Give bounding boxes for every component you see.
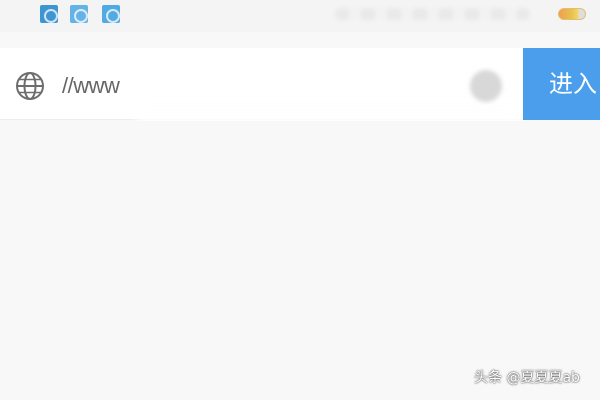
browser-screen: //www 进入 头条 @夏夏夏ab bbox=[0, 0, 600, 400]
status-bar bbox=[0, 0, 600, 32]
app-notification-icon bbox=[40, 5, 58, 23]
app-notification-icon bbox=[102, 5, 120, 23]
enter-button[interactable]: 进入 bbox=[523, 48, 600, 120]
app-notification-icon bbox=[70, 5, 88, 23]
address-bar: //www bbox=[0, 48, 600, 120]
clear-icon[interactable] bbox=[470, 70, 502, 102]
watermark: 头条 @夏夏夏ab bbox=[474, 370, 580, 386]
status-indicators bbox=[335, 8, 530, 20]
url-input[interactable]: //www bbox=[62, 72, 120, 100]
page-content-area bbox=[0, 121, 600, 400]
battery-icon bbox=[558, 8, 586, 20]
globe-icon bbox=[16, 72, 44, 100]
url-obscured-text[interactable] bbox=[140, 72, 455, 100]
